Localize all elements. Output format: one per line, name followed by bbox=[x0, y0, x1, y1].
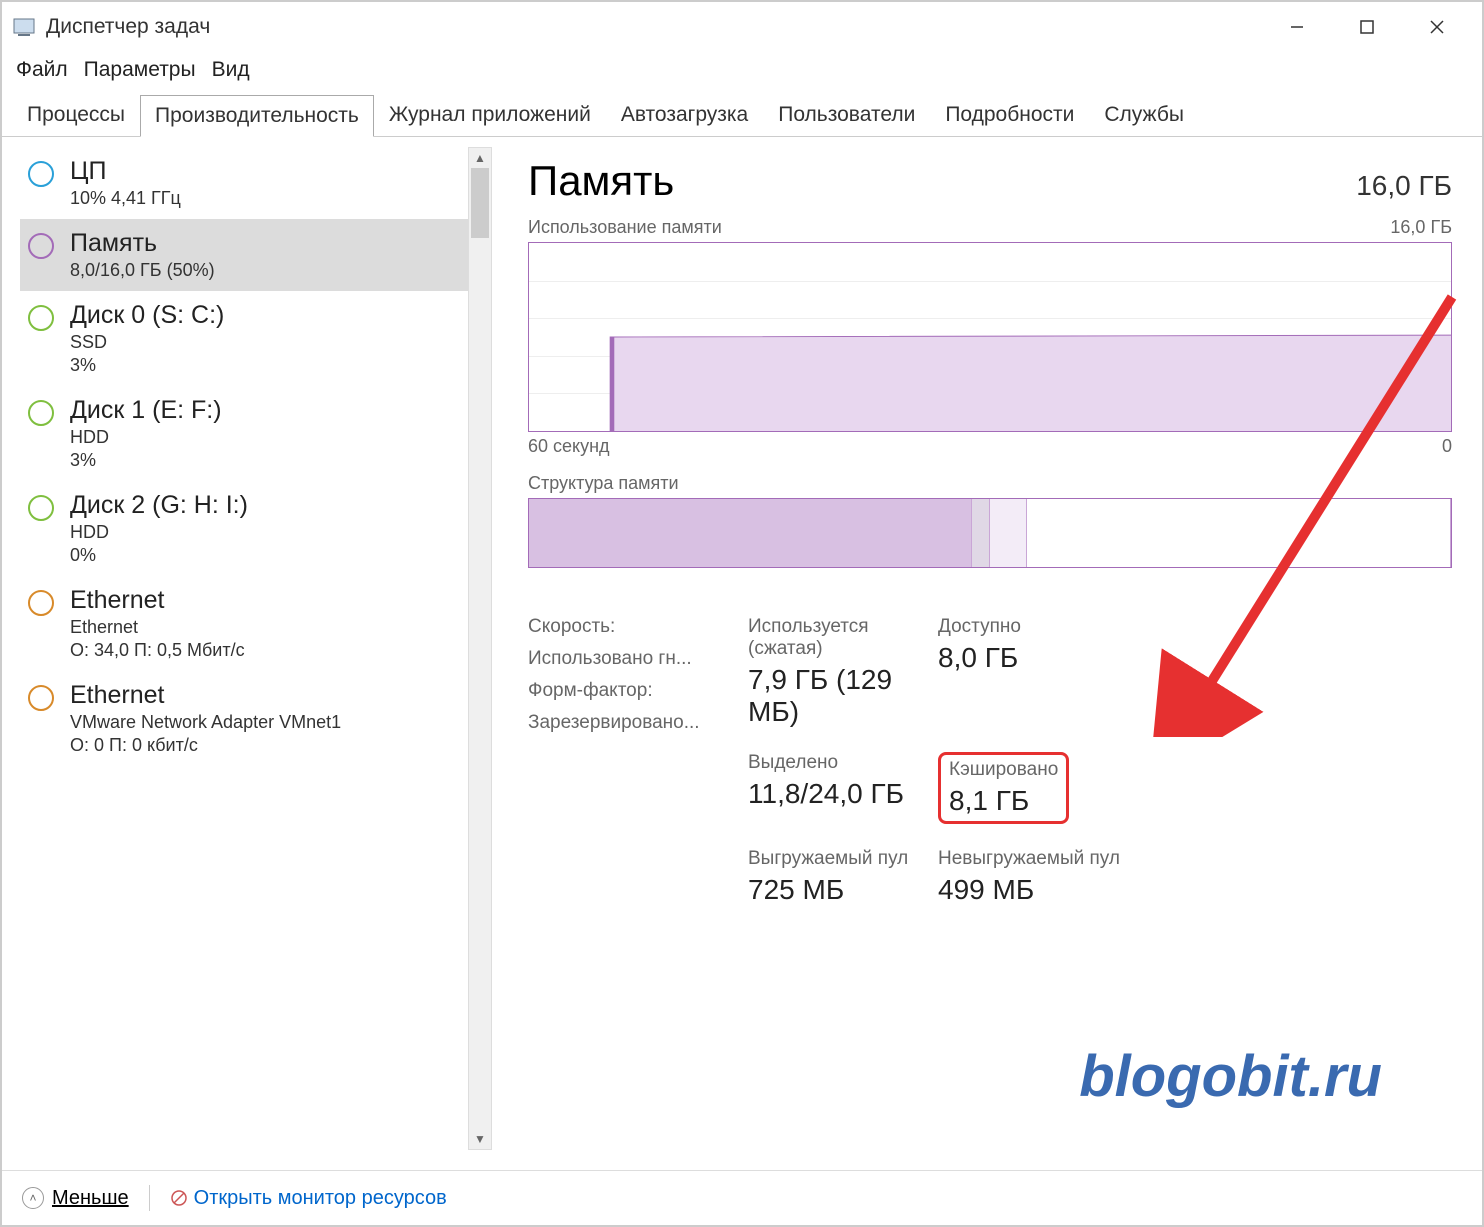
scroll-down-icon[interactable]: ▼ bbox=[469, 1129, 491, 1149]
sidebar-sub: SSD bbox=[70, 332, 224, 353]
scroll-up-icon[interactable]: ▲ bbox=[469, 148, 491, 168]
xaxis-left: 60 секунд bbox=[528, 436, 610, 457]
window-title: Диспетчер задач bbox=[46, 15, 1282, 39]
stat-cached: Кэшировано 8,1 ГБ bbox=[938, 752, 1138, 824]
sidebar-title: Диск 0 (S: C:) bbox=[70, 301, 224, 330]
chart-title: Использование памяти bbox=[528, 217, 722, 238]
menubar: Файл Параметры Вид bbox=[2, 52, 1482, 94]
composition-standby bbox=[990, 499, 1027, 567]
disk-icon bbox=[28, 305, 54, 331]
sidebar-item-memory[interactable]: Память 8,0/16,0 ГБ (50%) bbox=[20, 219, 492, 291]
sidebar-item-disk1[interactable]: Диск 1 (E: F:) HDD 3% bbox=[20, 386, 492, 481]
chart-ymax: 16,0 ГБ bbox=[1390, 217, 1452, 238]
memory-capacity: 16,0 ГБ bbox=[1356, 170, 1452, 202]
content: ЦП 10% 4,41 ГГц Память 8,0/16,0 ГБ (50%)… bbox=[2, 137, 1482, 1160]
open-resource-monitor-link[interactable]: Открыть монитор ресурсов bbox=[170, 1187, 447, 1210]
footer: ˄ Меньше Открыть монитор ресурсов bbox=[2, 1170, 1482, 1225]
sidebar-item-disk0[interactable]: Диск 0 (S: C:) SSD 3% bbox=[20, 291, 492, 386]
memory-usage-chart bbox=[528, 242, 1452, 432]
menu-options[interactable]: Параметры bbox=[80, 56, 200, 84]
sidebar-title: ЦП bbox=[70, 157, 181, 186]
tab-performance[interactable]: Производительность bbox=[140, 95, 374, 137]
minimize-button[interactable] bbox=[1282, 12, 1312, 42]
sidebar-sub: HDD bbox=[70, 522, 248, 543]
sidebar-title: Диск 2 (G: H: I:) bbox=[70, 491, 248, 520]
composition-free bbox=[1027, 499, 1451, 567]
cached-highlight: Кэшировано 8,1 ГБ bbox=[938, 752, 1069, 824]
sidebar-sub2: О: 34,0 П: 0,5 Мбит/с bbox=[70, 640, 245, 661]
close-button[interactable] bbox=[1422, 12, 1452, 42]
watermark: blogobit.ru bbox=[1079, 1043, 1382, 1110]
composition-used bbox=[529, 499, 972, 567]
tabs: Процессы Производительность Журнал прило… bbox=[2, 94, 1482, 137]
memory-icon bbox=[28, 233, 54, 259]
network-icon bbox=[28, 685, 54, 711]
sidebar-sub: HDD bbox=[70, 427, 222, 448]
menu-file[interactable]: Файл bbox=[12, 56, 72, 84]
disk-icon bbox=[28, 400, 54, 426]
memory-stats: Используется (сжатая) 7,9 ГБ (129 МБ) До… bbox=[528, 616, 1452, 906]
app-icon bbox=[12, 15, 36, 39]
scroll-thumb[interactable] bbox=[471, 168, 489, 238]
disk-icon bbox=[28, 495, 54, 521]
sidebar-title: Диск 1 (E: F:) bbox=[70, 396, 222, 425]
menu-view[interactable]: Вид bbox=[208, 56, 254, 84]
sidebar-item-ethernet1[interactable]: Ethernet VMware Network Adapter VMnet1 О… bbox=[20, 671, 492, 766]
main-panel: Память 16,0 ГБ Использование памяти 16,0… bbox=[492, 137, 1482, 1160]
stat-paged: Выгружаемый пул 725 МБ bbox=[748, 848, 928, 906]
sidebar-sub: 8,0/16,0 ГБ (50%) bbox=[70, 260, 215, 281]
memory-composition-bar bbox=[528, 498, 1452, 568]
sidebar-sub: Ethernet bbox=[70, 617, 245, 638]
tab-services[interactable]: Службы bbox=[1089, 94, 1199, 136]
stat-in-use: Используется (сжатая) 7,9 ГБ (129 МБ) bbox=[748, 616, 928, 728]
sidebar-sub2: 3% bbox=[70, 450, 222, 471]
stat-side-1: Скорость: Использовано гн... Форм-фактор… bbox=[528, 616, 738, 906]
chevron-up-icon: ˄ bbox=[22, 1187, 44, 1209]
sidebar-item-ethernet0[interactable]: Ethernet Ethernet О: 34,0 П: 0,5 Мбит/с bbox=[20, 576, 492, 671]
composition-modified bbox=[972, 499, 990, 567]
cpu-icon bbox=[28, 161, 54, 187]
stat-committed: Выделено 11,8/24,0 ГБ bbox=[748, 752, 928, 824]
sidebar-sub2: 0% bbox=[70, 545, 248, 566]
sidebar-scrollbar[interactable]: ▲ ▼ bbox=[468, 147, 492, 1150]
sidebar-sub2: О: 0 П: 0 кбит/с bbox=[70, 735, 341, 756]
stat-nonpaged: Невыгружаемый пул 499 МБ bbox=[938, 848, 1138, 906]
sidebar-item-disk2[interactable]: Диск 2 (G: H: I:) HDD 0% bbox=[20, 481, 492, 576]
page-title: Память bbox=[528, 157, 674, 205]
titlebar: Диспетчер задач bbox=[2, 2, 1482, 52]
sidebar: ЦП 10% 4,41 ГГц Память 8,0/16,0 ГБ (50%)… bbox=[2, 137, 492, 1160]
sidebar-title: Ethernet bbox=[70, 681, 341, 710]
separator bbox=[149, 1185, 150, 1211]
sidebar-item-cpu[interactable]: ЦП 10% 4,41 ГГц bbox=[20, 147, 492, 219]
sidebar-title: Память bbox=[70, 229, 215, 258]
tab-startup[interactable]: Автозагрузка bbox=[606, 94, 763, 136]
task-manager-window: Диспетчер задач Файл Параметры Вид Проце… bbox=[0, 0, 1484, 1227]
tab-details[interactable]: Подробности bbox=[930, 94, 1089, 136]
resmon-icon bbox=[170, 1189, 188, 1207]
network-icon bbox=[28, 590, 54, 616]
fewer-details-button[interactable]: ˄ Меньше bbox=[22, 1187, 129, 1210]
tab-processes[interactable]: Процессы bbox=[12, 94, 140, 136]
sidebar-sub: 10% 4,41 ГГц bbox=[70, 188, 181, 209]
stat-available: Доступно 8,0 ГБ bbox=[938, 616, 1138, 728]
composition-title: Структура памяти bbox=[528, 473, 1452, 494]
xaxis-right: 0 bbox=[1442, 436, 1452, 457]
sidebar-sub: VMware Network Adapter VMnet1 bbox=[70, 712, 341, 733]
sidebar-sub2: 3% bbox=[70, 355, 224, 376]
tab-users[interactable]: Пользователи bbox=[763, 94, 930, 136]
sidebar-title: Ethernet bbox=[70, 586, 245, 615]
maximize-button[interactable] bbox=[1352, 12, 1382, 42]
tab-apphistory[interactable]: Журнал приложений bbox=[374, 94, 606, 136]
